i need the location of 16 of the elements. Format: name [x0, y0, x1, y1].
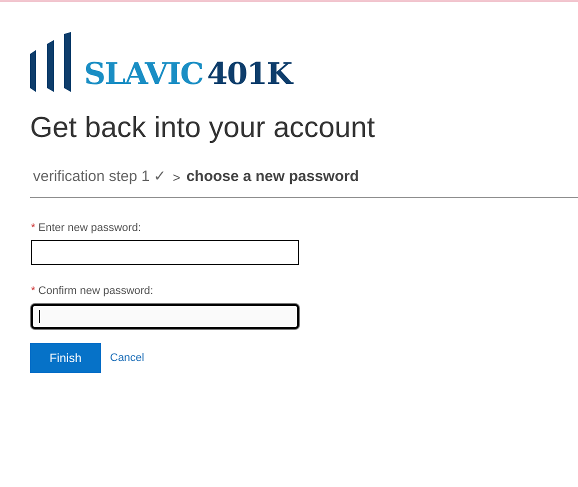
- cancel-link[interactable]: Cancel: [110, 350, 144, 366]
- breadcrumb-step: verification step 1: [33, 166, 150, 189]
- text-cursor: [39, 310, 40, 323]
- brand-suffix: 401K: [207, 60, 292, 90]
- field-label: Enter new password:: [38, 220, 141, 236]
- password-field[interactable]: [31, 240, 299, 266]
- page-title: Get back into your account: [30, 111, 375, 146]
- finish-button[interactable]: Finish: [30, 342, 101, 373]
- breadcrumb-step: choose a new password: [186, 166, 359, 189]
- field-label: Confirm new password:: [38, 284, 154, 300]
- breadcrumb-separator: >: [172, 168, 180, 187]
- check-mark: ✓: [154, 167, 167, 188]
- required-asterisk: *: [31, 220, 36, 236]
- required-asterisk: *: [31, 284, 36, 300]
- brand-name: SLAVIC: [84, 60, 204, 90]
- password-field[interactable]: [31, 304, 299, 329]
